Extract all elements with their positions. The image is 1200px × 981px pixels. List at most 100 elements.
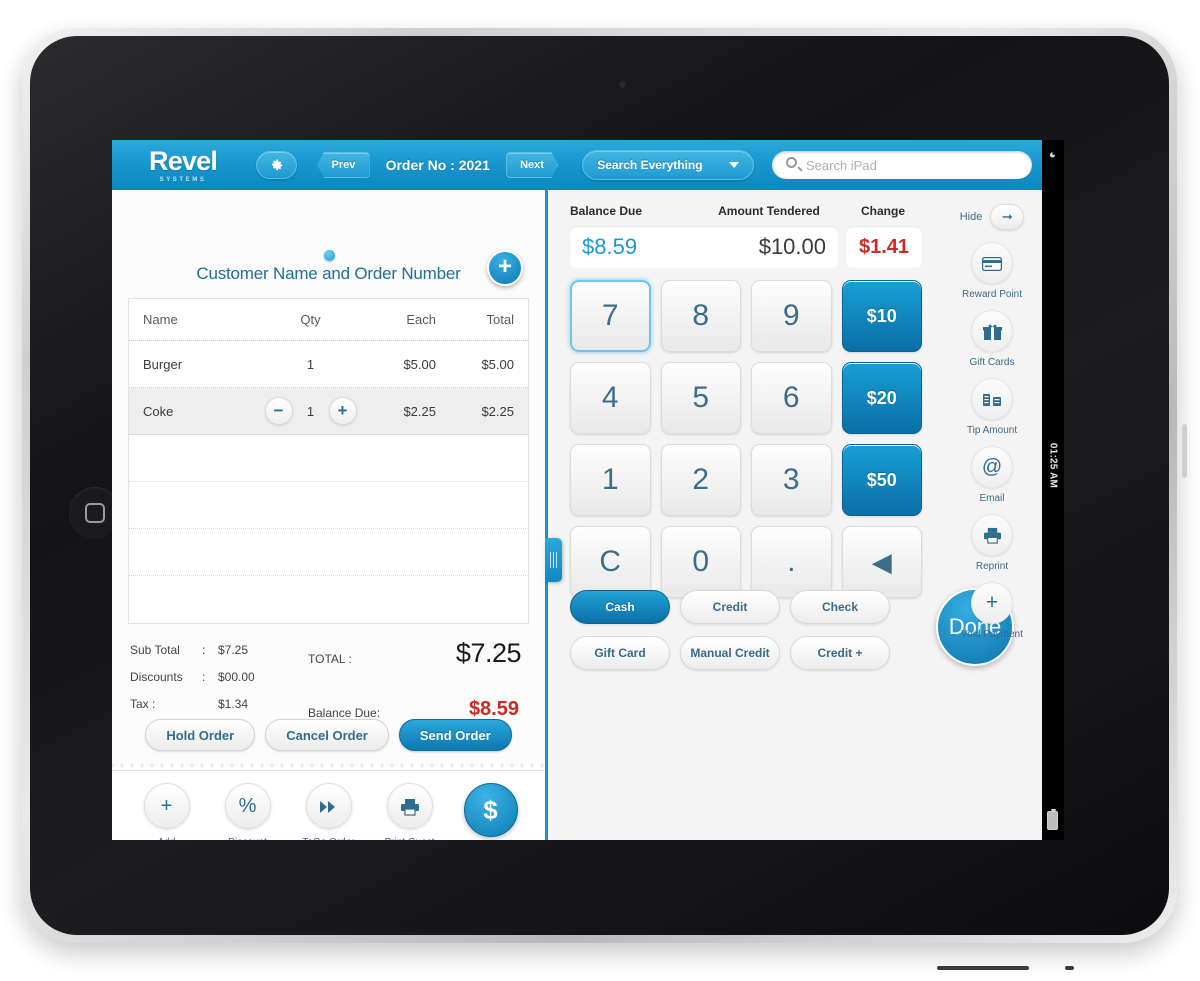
battery-icon (1047, 809, 1058, 830)
paytype-credit[interactable]: Credit (680, 590, 780, 624)
speaker-grille (937, 966, 1029, 970)
subtotal-value: $7.25 (218, 642, 249, 657)
order-items-table: Name Qty Each Total Burger 1 $5.00 $5.00 (128, 298, 529, 624)
gear-icon-svg (272, 159, 283, 170)
order-bottom-toolbar: + Add Extra Item % Discount Order (112, 770, 545, 840)
paytype-credit-plus[interactable]: Credit + (790, 636, 890, 670)
amount-tendered-field[interactable]: $8.59 $10.00 (570, 226, 838, 268)
add-extra-item-button[interactable]: + Add Extra Item (128, 783, 206, 840)
fast-forward-icon-svg (320, 800, 335, 813)
plus-icon: + (971, 582, 1013, 624)
prev-order-button[interactable]: Prev (317, 152, 370, 178)
key-clear[interactable]: C (570, 526, 651, 598)
sidebar-label: Reprint (975, 561, 1009, 572)
sidebar-item-gift-cards[interactable]: Gift Cards (942, 310, 1042, 368)
item-each: $2.25 (403, 403, 436, 419)
app-body: Customer Name and Order Number + Name Qt… (112, 190, 1042, 840)
sidebar-item-email[interactable]: @ Email (942, 446, 1042, 504)
key-50-dollar[interactable]: $50 (841, 444, 922, 516)
sidebar-item-reward-point[interactable]: Reward Point (942, 242, 1042, 300)
send-order-button[interactable]: Send Order (398, 719, 512, 751)
money-stack-icon (971, 378, 1013, 420)
next-order-button[interactable]: Next (505, 152, 559, 178)
total-label: TOTAL : (308, 652, 352, 666)
empty-row (129, 435, 528, 482)
search-icon (785, 157, 797, 168)
empty-row (129, 576, 528, 623)
key-20-dollar[interactable]: $20 (841, 362, 922, 434)
hide-label: Hide (959, 211, 983, 223)
order-title: Customer Name and Order Number (196, 264, 461, 283)
search-input[interactable] (805, 157, 1032, 173)
sidebar-item-void-payment[interactable]: + Void Payment (942, 582, 1042, 640)
qty-increment-button[interactable]: + (328, 397, 357, 425)
add-order-button[interactable]: + (487, 250, 523, 286)
change-field: $1.41 (846, 226, 922, 268)
sidebar-label: Void Payment (961, 629, 1023, 640)
column-header-each: Each (406, 312, 436, 327)
discounts-colon: : (202, 669, 206, 684)
key-0[interactable]: 0 (660, 526, 741, 598)
panel-splitter-handle[interactable] (545, 538, 562, 582)
key-backspace[interactable]: ◀ (841, 526, 922, 598)
sidebar-label: Reward Point (961, 289, 1023, 300)
printer-icon (971, 514, 1013, 556)
tool-label-line1: ToGo Order (290, 836, 368, 840)
key-1[interactable]: 1 (570, 444, 651, 516)
tool-label-line1: Discount (209, 836, 287, 840)
qty-decrement-button[interactable]: − (264, 397, 293, 425)
order-number-label: Order No : 2021 (385, 157, 490, 173)
print-guest-check-button[interactable]: Print Guest Check (371, 783, 449, 840)
empty-row (129, 529, 528, 576)
sidebar-item-reprint[interactable]: Reprint (942, 514, 1042, 572)
table-row[interactable]: Burger 1 $5.00 $5.00 (129, 341, 528, 388)
device-side-button[interactable] (1182, 424, 1187, 478)
paytype-cash[interactable]: Cash (570, 590, 670, 624)
item-each: $5.00 (403, 356, 436, 372)
dock-connector (1065, 966, 1074, 970)
dollar-icon: $ (463, 783, 518, 837)
search-scope-label: Search Everything (597, 158, 703, 172)
cancel-order-button[interactable]: Cancel Order (265, 719, 389, 751)
column-header-total: Total (486, 312, 514, 327)
balance-due-label: Balance Due (570, 204, 643, 218)
status-bar-time: 01:25 AM (1047, 442, 1059, 489)
item-total: $5.00 (481, 356, 514, 372)
search-scope-dropdown[interactable]: Search Everything (582, 150, 754, 180)
key-decimal[interactable]: . (751, 526, 832, 598)
hide-panel-row[interactable]: Hide ➞ (942, 204, 1042, 230)
pay-button[interactable]: $ Pay (452, 783, 530, 840)
key-5[interactable]: 5 (660, 362, 741, 434)
key-7[interactable]: 7 (570, 280, 651, 352)
chevron-down-icon (728, 162, 739, 168)
balance-due-value: $8.59 (582, 234, 638, 259)
key-8[interactable]: 8 (660, 280, 741, 352)
item-qty: 1 (306, 356, 315, 372)
key-9[interactable]: 9 (751, 280, 832, 352)
paytype-gift-card[interactable]: Gift Card (570, 636, 670, 670)
key-3[interactable]: 3 (751, 444, 832, 516)
key-2[interactable]: 2 (660, 444, 741, 516)
togo-order-button[interactable]: ToGo Order (290, 783, 368, 840)
printer-icon-svg (983, 527, 1001, 544)
brand-name: Revel (149, 145, 218, 176)
key-6[interactable]: 6 (751, 362, 832, 434)
sidebar-item-tip-amount[interactable]: Tip Amount (942, 378, 1042, 436)
revel-pos-app: Revel SYSTEMS Prev Order No : 2021 Next … (112, 140, 1042, 840)
key-4[interactable]: 4 (570, 362, 651, 434)
paytype-check[interactable]: Check (790, 590, 890, 624)
discount-order-button[interactable]: % Discount Order (209, 783, 287, 840)
table-row[interactable]: Coke − 1 + $2.25 $2.25 (129, 388, 528, 435)
paytype-manual-credit[interactable]: Manual Credit (680, 636, 780, 670)
item-qty: 1 (306, 403, 315, 419)
numeric-keypad: 7 8 9 $10 4 5 6 $20 1 2 3 $50 C 0 . ◀ (570, 280, 922, 598)
arrow-right-icon[interactable]: ➞ (990, 204, 1025, 230)
front-camera-icon (618, 80, 627, 89)
gear-icon[interactable] (256, 151, 298, 179)
percent-icon: % (224, 783, 271, 829)
tax-value: $1.34 (218, 696, 249, 711)
key-10-dollar[interactable]: $10 (841, 280, 922, 352)
home-button-square-icon (85, 503, 105, 523)
hold-order-button[interactable]: Hold Order (145, 719, 256, 751)
search-field[interactable] (771, 151, 1032, 179)
